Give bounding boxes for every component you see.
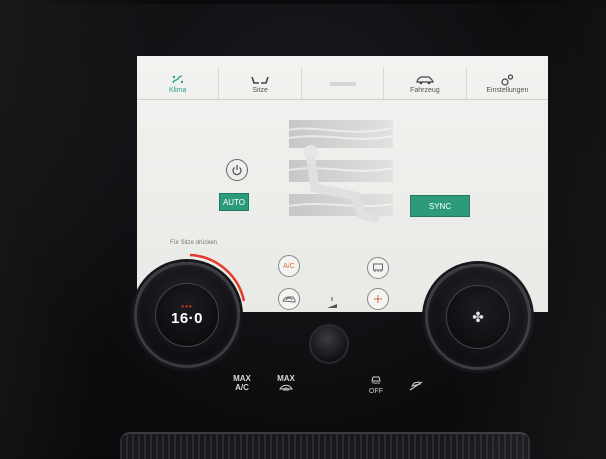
fan-icon [374, 295, 382, 303]
recirculation-icon [282, 296, 296, 303]
climate-icon [171, 73, 185, 87]
rear-defrost-button[interactable] [367, 257, 389, 279]
seat-icon [251, 73, 269, 87]
tab-fahrzeug[interactable]: Fahrzeug [384, 68, 467, 99]
rear-defrost-icon [373, 263, 383, 272]
settings-icon [500, 73, 514, 87]
traction-off-label: OFF [369, 388, 383, 395]
hill-descent-icon [409, 381, 423, 391]
front-defrost-icon [279, 384, 293, 391]
fan-icon: ✤ [472, 308, 484, 325]
max-defrost-line1: MAX [277, 374, 295, 383]
tab-handle[interactable] [302, 68, 385, 99]
traction-control-icon [371, 376, 381, 384]
right-knob-display: ✤ [446, 285, 510, 349]
right-fan-knob[interactable]: ✤ [425, 264, 531, 370]
tab-label-klima: Klima [168, 87, 187, 94]
tab-klima[interactable]: Klima [137, 68, 220, 99]
auto-button[interactable]: AUTO [219, 193, 249, 211]
tab-einstellungen[interactable]: Einstellungen [467, 68, 548, 99]
airflow-seat-graphic [288, 120, 394, 223]
tab-label-einstellungen: Einstellungen [486, 87, 529, 94]
tab-label-sitze: Sitze [252, 87, 268, 94]
max-defrost-button[interactable]: MAX [273, 374, 299, 394]
power-button[interactable] [226, 159, 248, 181]
max-ac-line2: A/C [235, 383, 249, 392]
handle-bar-icon [329, 77, 356, 91]
left-temperature-value: 16·0 [170, 309, 204, 327]
tab-label-fahrzeug: Fahrzeug [410, 87, 440, 94]
tab-sitze[interactable]: Sitze [219, 68, 302, 99]
fan-speed-button[interactable] [367, 288, 389, 310]
left-temperature-knob[interactable]: ••• 16·0 [134, 262, 240, 368]
left-knob-display: ••• 16·0 [155, 283, 219, 347]
top-navigation: Klima Sitze Fahrzeug Einstellungen [137, 68, 548, 100]
car-icon [416, 73, 434, 87]
max-ac-line1: MAX [233, 374, 251, 383]
max-ac-button[interactable]: MAX A/C [230, 374, 254, 392]
recirculation-button[interactable] [278, 288, 300, 310]
center-volume-knob[interactable] [309, 324, 349, 364]
power-icon [232, 165, 242, 176]
sync-button[interactable]: SYNC [410, 195, 470, 217]
hill-descent-button[interactable] [408, 378, 424, 395]
ac-button[interactable]: A/C [278, 255, 300, 277]
air-vent [120, 432, 530, 459]
traction-control-off-button[interactable]: OFF [367, 374, 385, 396]
fan-level-indicator [326, 296, 338, 312]
fan-level-icon [327, 297, 337, 308]
